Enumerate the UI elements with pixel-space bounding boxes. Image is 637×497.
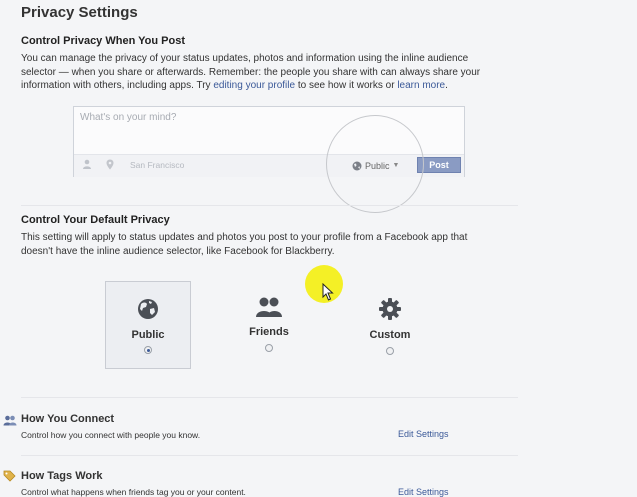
- privacy-option-custom[interactable]: Custom: [347, 281, 433, 369]
- desc-text: to see how it works or: [295, 80, 398, 91]
- default-privacy-desc-line1: This setting will apply to status update…: [21, 232, 468, 243]
- how-you-connect-edit-link[interactable]: Edit Settings: [398, 429, 449, 439]
- location-pin-icon[interactable]: [106, 159, 114, 173]
- default-privacy-title: Control Your Default Privacy: [21, 214, 170, 226]
- divider: [21, 397, 518, 398]
- desc-text: information with others, including apps.…: [21, 80, 214, 91]
- learn-more-link[interactable]: learn more: [397, 80, 445, 91]
- privacy-option-public[interactable]: Public: [105, 281, 191, 369]
- status-input-placeholder[interactable]: What's on your mind?: [80, 112, 176, 123]
- gear-icon: [347, 297, 433, 326]
- friends-icon: [226, 296, 312, 323]
- location-text: San Francisco: [130, 160, 185, 170]
- how-tags-work-desc: Control what happens when friends tag yo…: [21, 487, 246, 497]
- tag-people-icon[interactable]: [82, 159, 92, 173]
- option-label-custom: Custom: [369, 329, 411, 341]
- how-you-connect-desc: Control how you connect with people you …: [21, 430, 201, 440]
- option-label-public: Public: [131, 329, 165, 341]
- control-post-description: You can manage the privacy of your statu…: [21, 52, 541, 93]
- how-tags-work-edit-link[interactable]: Edit Settings: [398, 487, 449, 497]
- tag-icon: [3, 469, 16, 487]
- how-you-connect-title: How You Connect: [21, 413, 115, 425]
- radio-custom[interactable]: [386, 347, 394, 355]
- radio-friends[interactable]: [265, 344, 273, 352]
- control-post-desc-line1: You can manage the privacy of your statu…: [21, 53, 469, 64]
- radio-public[interactable]: [144, 346, 152, 354]
- page-title: Privacy Settings: [21, 4, 138, 21]
- control-post-desc-line3: information with others, including apps.…: [21, 79, 541, 93]
- default-privacy-description: This setting will apply to status update…: [21, 231, 541, 258]
- edit-profile-link[interactable]: editing your profile: [213, 80, 295, 91]
- mouse-cursor-icon: [322, 282, 334, 306]
- privacy-option-friends[interactable]: Friends: [226, 281, 312, 369]
- people-icon: [3, 413, 17, 431]
- default-privacy-desc-line2: doesn't have the inline audience selecto…: [21, 245, 335, 257]
- divider: [21, 205, 518, 206]
- how-tags-work-title: How Tags Work: [21, 470, 103, 482]
- option-label-friends: Friends: [249, 326, 289, 338]
- divider: [21, 455, 518, 456]
- desc-text: .: [445, 80, 448, 91]
- globe-icon: [106, 298, 190, 325]
- control-post-desc-line2: selector — when you share or afterwards.…: [21, 66, 481, 78]
- control-post-title: Control Privacy When You Post: [21, 35, 186, 47]
- focus-circle-annotation: [326, 115, 424, 213]
